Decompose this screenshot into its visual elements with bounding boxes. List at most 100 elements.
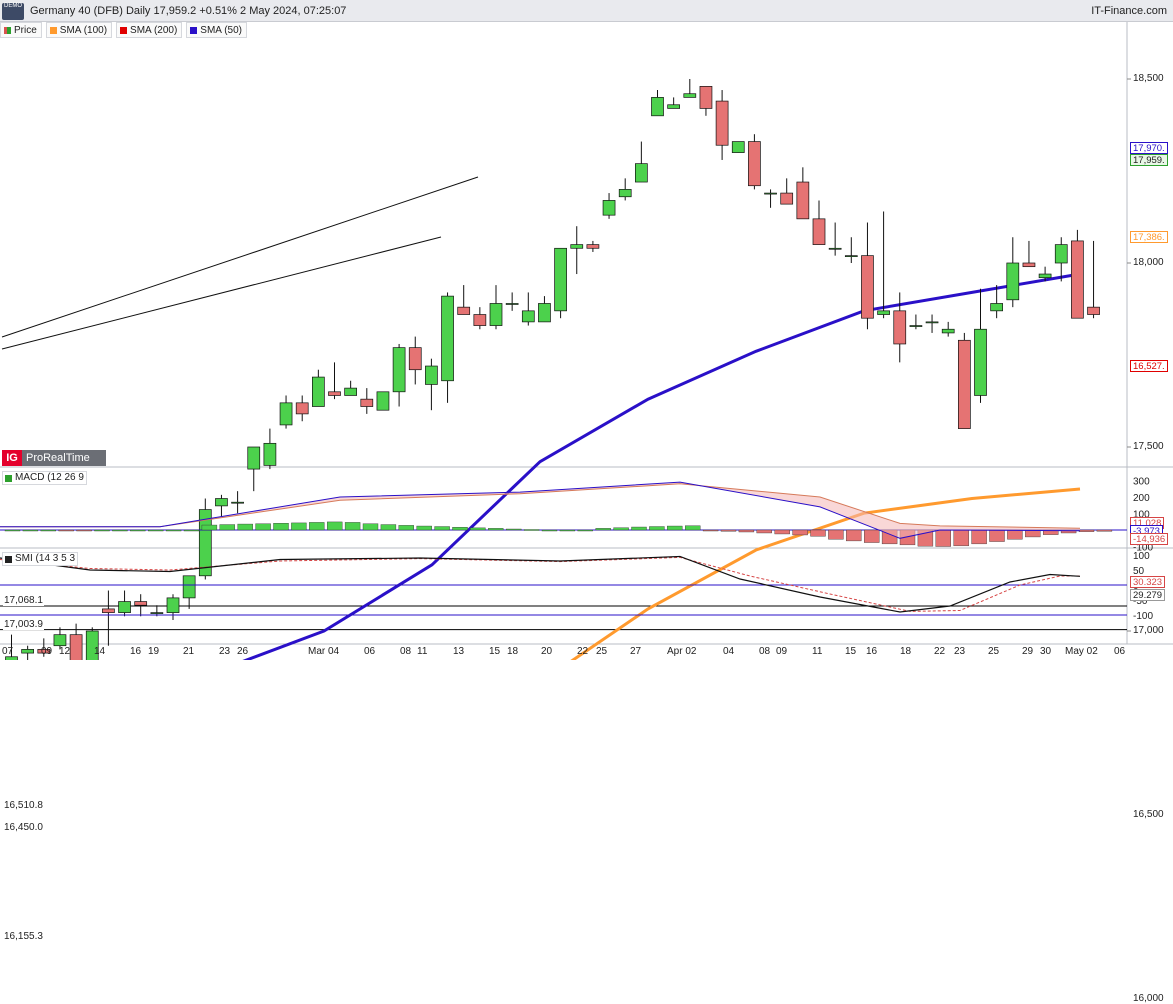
macd-hist-bar	[559, 529, 576, 532]
macd-hist-bar	[4, 529, 21, 532]
macd-hist-bar	[1096, 529, 1113, 532]
sma100-price-tag: 17,386.	[1130, 231, 1168, 243]
candle-body	[570, 244, 584, 249]
macd-hist-bar	[147, 529, 164, 532]
macd-hist-bar	[488, 528, 504, 531]
candle-body	[53, 634, 67, 647]
candle-body	[618, 189, 632, 198]
candle-body	[586, 244, 600, 249]
smi-signal-line	[0, 556, 1080, 612]
x-tick-label: May 02	[1065, 646, 1098, 657]
horizontal-line-label: 16,155.3	[3, 930, 44, 942]
candle-body	[893, 310, 907, 345]
macd-hist-bar	[971, 529, 987, 545]
macd-hist-bar	[130, 529, 146, 532]
x-tick-label: 25	[596, 646, 608, 657]
candle-body	[602, 200, 616, 216]
macd-hist-tag: -14,936	[1130, 533, 1169, 545]
candle-body	[957, 339, 971, 429]
x-tick-label: 16	[866, 646, 878, 657]
macd-hist-bar	[434, 526, 450, 531]
x-tick-label: 15	[489, 646, 501, 657]
x-tick-label: 22	[934, 646, 946, 657]
x-tick-label: 06	[1114, 646, 1126, 657]
candle-body	[69, 634, 83, 660]
x-tick-label: 04	[723, 646, 735, 657]
macd-hist-bar	[309, 522, 325, 531]
macd-hist-bar	[846, 529, 862, 542]
candle-body	[877, 310, 890, 315]
macd-hist-bar	[76, 529, 92, 532]
macd-hist-bar	[344, 522, 361, 531]
x-tick-label: 21	[183, 646, 195, 657]
macd-hist-bar	[506, 528, 522, 531]
sma50-price-tag: 17,970.	[1130, 142, 1168, 154]
x-tick-label: 23	[219, 646, 231, 657]
macd-hist-bar	[577, 529, 593, 532]
macd-hist-bar	[94, 529, 110, 532]
candle-body	[1022, 262, 1036, 268]
candle-body	[1038, 273, 1052, 279]
candle-body	[376, 391, 390, 411]
macd-hist-bar	[255, 523, 271, 531]
candle-body	[699, 86, 713, 109]
macd-hist-bar	[1025, 529, 1041, 538]
y-tick-label: 16,000	[1133, 993, 1164, 1004]
candle-body	[748, 141, 761, 187]
macd-hist-bar	[595, 528, 611, 531]
x-tick-label: 18	[900, 646, 912, 657]
x-tick-label: 30	[1040, 646, 1052, 657]
x-tick-label: 06	[364, 646, 376, 657]
candle-body	[683, 93, 697, 98]
macd-legend[interactable]: MACD (12 26 9	[2, 471, 87, 485]
macd-swatch	[5, 474, 12, 482]
chart-root: DEMO Germany 40 (DFB) Daily 17,959.2 +0.…	[0, 0, 1173, 1004]
macd-hist-bar	[237, 523, 253, 531]
candle-body	[538, 303, 551, 323]
x-tick-label: 26	[237, 646, 249, 657]
y-tick-label: 17,000	[1133, 625, 1164, 636]
macd-hist-bar	[1007, 529, 1023, 540]
macd-hist-bar	[667, 525, 683, 531]
candle-body	[150, 612, 164, 614]
candle-body	[312, 376, 325, 407]
candle-body	[909, 325, 923, 327]
macd-hist-bar	[702, 529, 719, 532]
macd-hist-bar	[935, 529, 951, 547]
candle-body	[812, 218, 826, 245]
macd-hist-bar	[416, 525, 432, 531]
candle-body	[215, 498, 228, 507]
smi-legend[interactable]: SMI (14 3 5 3	[2, 552, 79, 566]
macd-hist-bar	[774, 529, 790, 535]
macd-hist-bar	[649, 526, 665, 531]
candle-body	[166, 597, 180, 613]
x-tick-label: 08	[759, 646, 771, 657]
candle-body	[1087, 306, 1100, 315]
candle-body	[425, 365, 438, 385]
y-tick-label: 16,500	[1133, 809, 1164, 820]
macd-hist-bar	[953, 529, 969, 547]
x-tick-label: 23	[954, 646, 966, 657]
macd-hist-bar	[470, 527, 486, 531]
candle-body	[489, 303, 503, 326]
candle-body	[1054, 244, 1068, 264]
macd-hist-bar	[291, 522, 307, 531]
macd-hist-bar	[613, 527, 629, 531]
candle-body	[441, 295, 454, 382]
macd-hist-bar	[452, 526, 468, 531]
x-tick-label: 22	[577, 646, 589, 657]
candle-body	[134, 601, 148, 606]
macd-y-tick-label: 200	[1133, 493, 1150, 504]
x-tick-label: 11	[417, 646, 428, 657]
macd-hist-bar	[1078, 529, 1095, 532]
candle-body	[1071, 240, 1084, 319]
candle-body	[360, 398, 374, 407]
macd-y-tick-label: 300	[1133, 477, 1150, 488]
prorealtime-label: ProRealTime	[26, 452, 90, 464]
horizontal-line-label: 16,450.0	[3, 822, 44, 834]
x-tick-label: 15	[845, 646, 857, 657]
smi-signal-tag: 30.323	[1130, 576, 1166, 588]
x-tick-label: 25	[988, 646, 1000, 657]
candle-body	[247, 446, 261, 470]
price-chart[interactable]: 3002001000-100100500-50-100	[0, 0, 1173, 660]
